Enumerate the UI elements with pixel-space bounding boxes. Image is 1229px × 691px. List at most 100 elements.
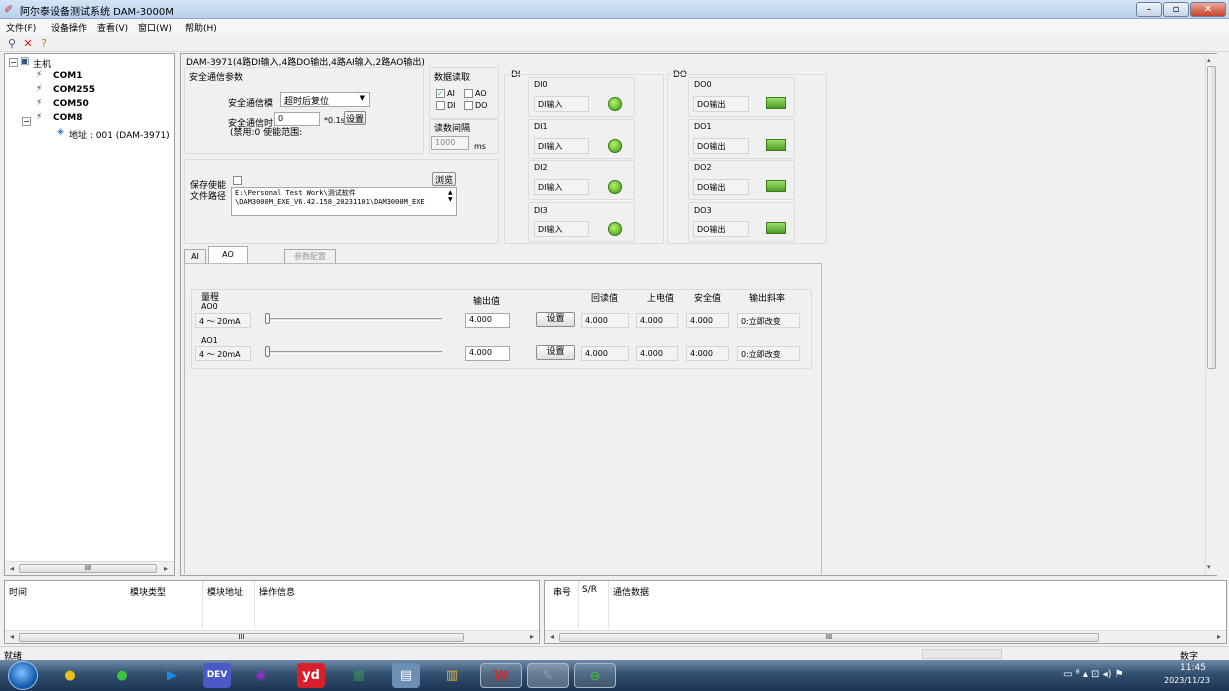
search-icon[interactable]: ⚲ [4, 36, 20, 51]
comm-hscrollbar[interactable]: ◂ III ▸ [545, 630, 1226, 643]
ao-channel-name: AO0 [201, 302, 218, 311]
arrow-app-icon[interactable]: ▶ [158, 663, 186, 688]
column-divider [202, 581, 203, 629]
safety-set-button[interactable]: 设置 [344, 111, 366, 125]
menu-help[interactable]: 帮助(H) [185, 21, 217, 34]
scroll-right-icon[interactable]: ▸ [525, 631, 539, 643]
di-value: DI输入 [534, 138, 589, 154]
safety-mode-select[interactable]: 超时后复位 ▼ [280, 92, 370, 107]
checkbox-ao[interactable] [464, 89, 473, 98]
scroll-left-icon[interactable]: ◂ [5, 631, 19, 643]
tree-root[interactable]: 主机 [33, 57, 51, 70]
maximize-button[interactable]: ▫ [1163, 2, 1189, 17]
ao-output-input[interactable]: 4.000 [465, 346, 510, 361]
communication-log: 串号 S/R 通信数据 ◂ III ▸ [544, 580, 1227, 644]
device-icon: ◈ [57, 127, 64, 137]
safety-time-input[interactable]: 0 [274, 112, 320, 126]
ao-slider-thumb[interactable] [265, 313, 270, 324]
ao-set-button[interactable]: 设置 [536, 345, 575, 360]
dev-icon[interactable]: DEV [203, 663, 231, 688]
column-divider [608, 581, 609, 629]
help-icon[interactable]: ? [36, 36, 52, 51]
do-value: DO输出 [693, 96, 749, 112]
ao-set-button[interactable]: 设置 [536, 312, 575, 327]
checkbox-ai[interactable]: ✓ [436, 89, 445, 98]
port-icon: ⚡ [36, 112, 43, 122]
ao-slope: 0:立即改变 [737, 346, 800, 361]
delete-icon[interactable]: ✕ [20, 36, 36, 51]
tab-param-config[interactable]: 参数配置 [284, 249, 336, 263]
title-bar: ✐ 阿尔泰设备测试系统 DAM-3000M – ▫ ✕ [0, 0, 1229, 19]
monitor-app-icon[interactable]: ▦ [345, 663, 373, 688]
qq-icon[interactable]: ● [56, 663, 84, 688]
360-icon[interactable]: ⊖ [574, 663, 616, 688]
tab-ai[interactable]: AI [184, 249, 206, 263]
status-progress [922, 649, 1002, 659]
ao-header-output: 输出值 [473, 297, 501, 307]
scroll-thumb[interactable]: III [559, 633, 1099, 642]
do-indicator-led[interactable] [766, 222, 786, 234]
di-indicator-led [608, 97, 622, 111]
collapse-icon[interactable]: − [22, 117, 31, 126]
tray-icons[interactable]: ▭ ⁸ ▴ ⊡ ◂) ⚑ [1063, 669, 1124, 680]
scroll-right-icon[interactable]: ▸ [159, 563, 173, 575]
main-vscrollbar[interactable]: ▴ ▾ [1205, 54, 1217, 575]
youdao-icon[interactable]: yd [297, 663, 325, 688]
collapse-icon[interactable]: − [9, 58, 18, 67]
scroll-up-icon[interactable]: ▴ [1207, 56, 1211, 64]
do-indicator-led[interactable] [766, 180, 786, 192]
tree-port-com255[interactable]: COM255 [53, 85, 95, 95]
di-value: DI输入 [534, 179, 589, 195]
scroll-thumb[interactable] [1207, 66, 1216, 369]
tree-device-001[interactable]: 地址 : 001 (DAM-3971) [69, 128, 170, 141]
tree-hscrollbar[interactable]: ◂ III ▸ [5, 561, 174, 575]
ao-readback: 4.000 [581, 313, 629, 328]
interval-input[interactable]: 1000 [431, 136, 469, 150]
do-value: DO输出 [693, 179, 749, 195]
menu-view[interactable]: 查看(V) [97, 21, 128, 34]
wps-icon[interactable]: W [480, 663, 522, 688]
menu-bar: 文件(F) 设备操作 查看(V) 窗口(W) 帮助(H) [0, 19, 1229, 35]
menu-file[interactable]: 文件(F) [6, 21, 36, 34]
dam-app-icon[interactable]: ✎ [527, 663, 569, 688]
browse-button[interactable]: 浏览 [432, 172, 456, 186]
calculator-icon[interactable]: ▤ [392, 663, 420, 688]
clock-date[interactable]: 2023/11/23 [1164, 676, 1210, 685]
do-channel-name: DO0 [694, 80, 712, 89]
file-path-input[interactable]: E:\Personal Test Work\测试软件 \DAM3000M_EXE… [231, 187, 457, 216]
ao-slider-thumb[interactable] [265, 346, 270, 357]
close-button[interactable]: ✕ [1190, 2, 1226, 17]
eye-app-icon[interactable]: ◉ [247, 663, 275, 688]
spin-arrows-icon[interactable]: ▲ ▼ [448, 189, 453, 203]
scroll-thumb[interactable]: III [19, 633, 464, 642]
do-indicator-led[interactable] [766, 97, 786, 109]
qq-glyph: ● [64, 668, 76, 683]
di-channel-name: DI2 [534, 163, 548, 172]
tree-port-com50[interactable]: COM50 [53, 99, 89, 109]
scroll-left-icon[interactable]: ◂ [5, 563, 19, 575]
menu-device-ops[interactable]: 设备操作 [51, 21, 87, 34]
scroll-down-icon[interactable]: ▾ [1207, 563, 1211, 571]
menu-window[interactable]: 窗口(W) [138, 21, 172, 34]
checkbox-di[interactable] [436, 101, 445, 110]
ao-output-input[interactable]: 4.000 [465, 313, 510, 328]
save-enable-checkbox[interactable] [233, 176, 242, 185]
minimize-button[interactable]: – [1136, 2, 1162, 17]
data-read-title: 数据读取 [434, 73, 471, 83]
scroll-right-icon[interactable]: ▸ [1212, 631, 1226, 643]
computer-icon: ▣ [20, 56, 30, 67]
checkbox-do[interactable] [464, 101, 473, 110]
wechat-icon[interactable]: ● [108, 663, 136, 688]
do-indicator-led[interactable] [766, 139, 786, 151]
explorer-icon[interactable]: ▥ [438, 663, 466, 688]
scroll-thumb[interactable]: III [19, 564, 157, 573]
clock-time[interactable]: 11:45 [1180, 663, 1206, 673]
tab-ao[interactable]: AO [208, 246, 248, 264]
tree-port-com1[interactable]: COM1 [53, 71, 82, 81]
scroll-left-icon[interactable]: ◂ [545, 631, 559, 643]
port-icon: ⚡ [36, 98, 43, 108]
log-hscrollbar[interactable]: ◂ III ▸ [5, 630, 539, 643]
start-button[interactable] [8, 661, 38, 690]
log-header-time: 时间 [9, 588, 28, 598]
tree-port-com8[interactable]: COM8 [53, 113, 82, 123]
